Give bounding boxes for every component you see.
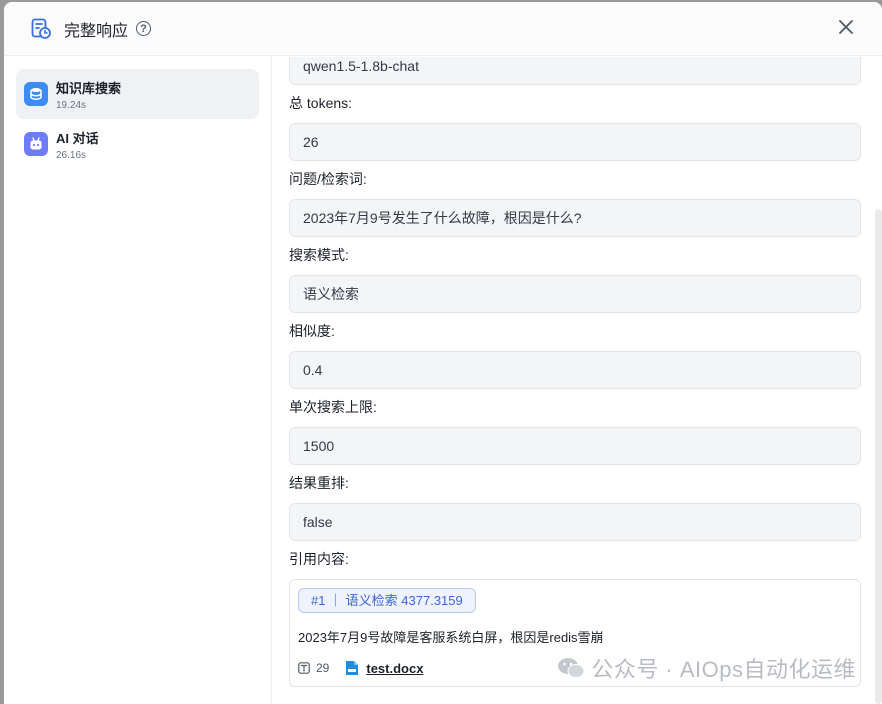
similarity-value: 0.4 [289,351,861,389]
text-count-icon [298,662,310,674]
sidebar-item-time: 26.16s [56,149,87,161]
tokens-value: 26 [289,123,861,161]
quotes-label: 引用内容: [289,551,349,567]
rerank-label: 结果重排: [289,475,349,491]
quote-text: 2023年7月9号故障是客服系统白屏，根因是redis雪崩 [298,630,604,645]
module-sidebar: 知识库搜索 19.24s AI 对话 26.16s [4,57,272,704]
close-icon[interactable] [838,19,854,35]
watermark: 公众号 · AIOps自动化运维 [557,652,856,684]
sidebar-item-label: AI 对话 [56,130,99,146]
similarity-label: 相似度: [289,323,335,339]
robot-icon [24,132,48,156]
wechat-icon [557,656,585,680]
scrollbar[interactable] [875,209,882,704]
search-limit-value: 1500 [289,427,861,465]
modal-title: 完整响应 [64,22,129,40]
response-doc-icon [30,18,52,40]
sidebar-item-knowledge-search[interactable]: 知识库搜索 19.24s [16,69,259,119]
model-value: qwen1.5-1.8b-chat [289,57,861,85]
help-icon[interactable]: ? [136,21,152,36]
rerank-value: false [289,503,861,541]
response-modal: 完整响应 ? 知识库搜索 19.24s AI 对话 26.16s qwen1.5… [4,2,882,704]
detail-scroll-area: qwen1.5-1.8b-chat 总 tokens: 26 问题/检索词: 2… [289,57,861,687]
watermark-text: 公众号 · AIOps自动化运维 [591,657,856,682]
question-value: 2023年7月9号发生了什么故障，根因是什么? [289,199,861,237]
sidebar-item-label: 知识库搜索 [56,80,122,96]
quote-file-link[interactable]: test.docx [366,661,423,676]
quote-token-count: 29 [316,661,330,675]
quote-source-tag[interactable]: #1 ｜ 语义检索 4377.3159 [298,588,476,613]
sidebar-item-ai-chat[interactable]: AI 对话 26.16s [16,119,259,169]
tokens-label: 总 tokens: [289,95,353,111]
database-icon [24,82,48,106]
search-limit-label: 单次搜索上限: [289,399,377,415]
docx-file-icon [345,660,359,676]
sidebar-item-time: 19.24s [56,99,87,111]
response-detail-panel[interactable]: qwen1.5-1.8b-chat 总 tokens: 26 问题/检索词: 2… [272,57,882,704]
question-label: 问题/检索词: [289,171,367,187]
modal-header: 完整响应 ? [4,2,882,56]
search-mode-label: 搜索模式: [289,247,349,263]
search-mode-value: 语义检索 [289,275,861,313]
